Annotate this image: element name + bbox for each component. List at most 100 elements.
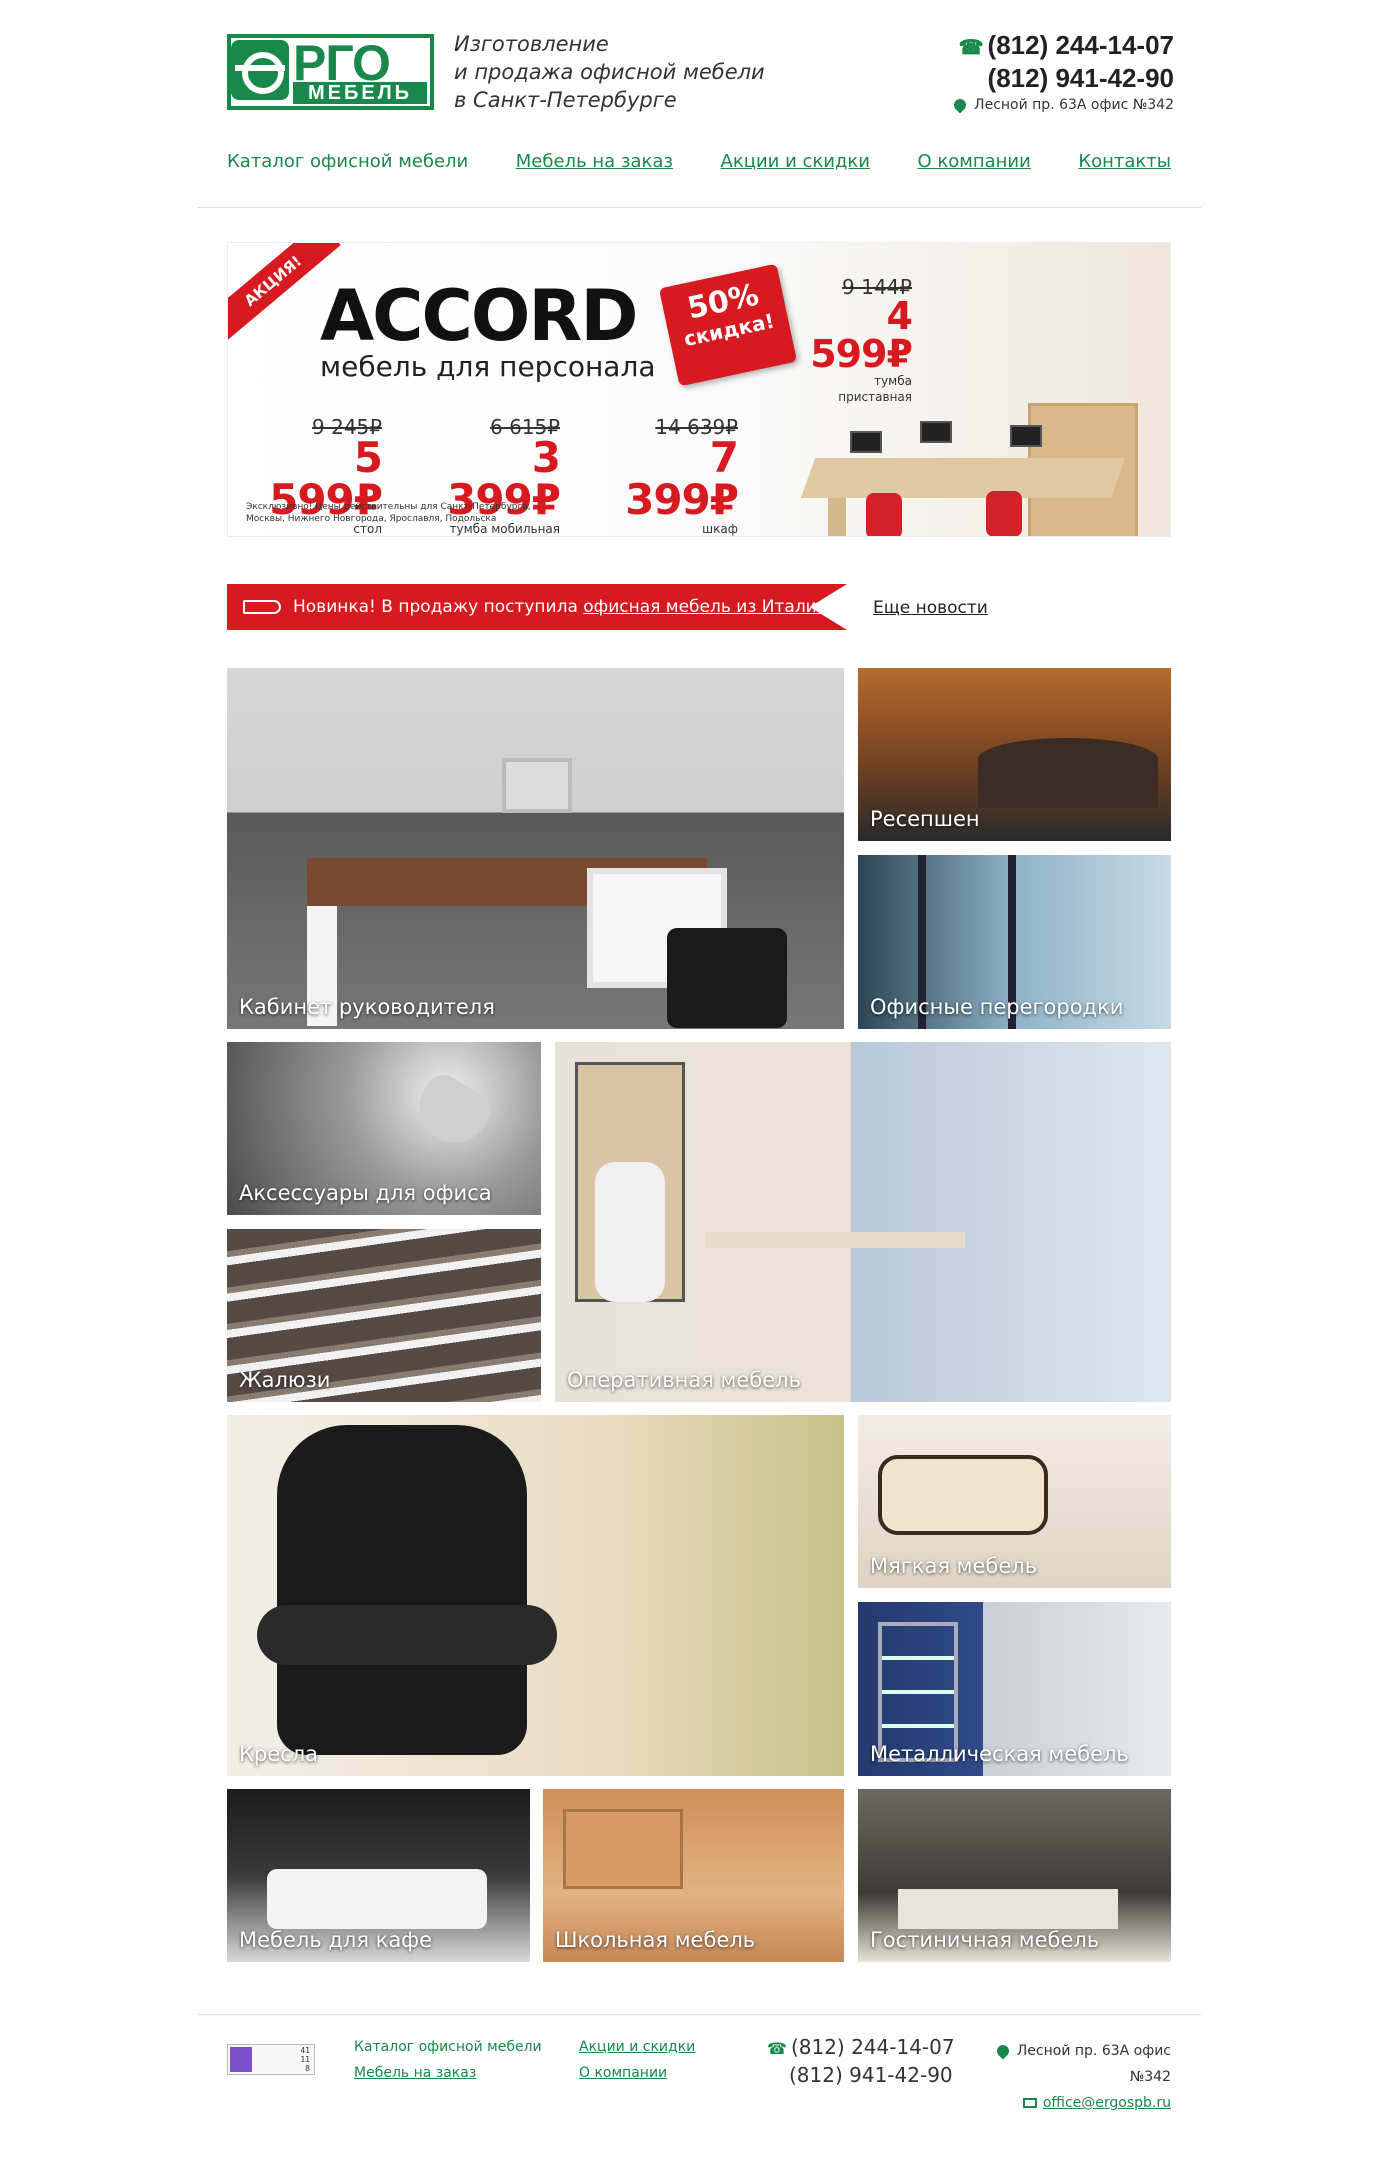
banner-subtitle: мебель для персонала: [320, 350, 656, 383]
tile-label: Кресла: [239, 1742, 318, 1766]
tile-soft-furniture[interactable]: Мягкая мебель: [858, 1415, 1171, 1588]
counter-logo-icon: [230, 2047, 252, 2072]
footer-link-custom[interactable]: Мебель на заказ: [354, 2060, 542, 2086]
counter-value: 41: [300, 2046, 310, 2055]
tagline-line: и продажа офисной мебели: [454, 60, 765, 84]
tile-label: Оперативная мебель: [567, 1368, 801, 1392]
counter-value: 11: [300, 2055, 310, 2064]
tile-label: Кабинет руководителя: [239, 995, 495, 1019]
price-wardrobe: 14 639₽ 7 399₽ шкаф: [588, 417, 739, 536]
header-contacts: ☎ (812) 244-14-07 (812) 941-42-90 Лесной …: [951, 30, 1174, 115]
armchair-shape: [277, 1425, 527, 1755]
nav-promotions[interactable]: Акции и скидки: [721, 150, 870, 174]
monitor-shape: [1010, 425, 1042, 447]
footer-contacts: Лесной пр. 63А офис №342 office@ergospb.…: [957, 2038, 1171, 2116]
tile-label: Мебель для кафе: [239, 1928, 433, 1952]
nav-catalog[interactable]: Каталог офисной мебели: [227, 150, 468, 174]
banner-title: ACCORD: [320, 275, 638, 357]
tagline-line: в Санкт-Петербурге: [454, 88, 677, 112]
tile-cafe-furniture[interactable]: Мебель для кафе: [227, 1789, 530, 1962]
monitor-shape: [502, 758, 572, 813]
footer-link-about[interactable]: О компании: [579, 2060, 695, 2086]
divider: [197, 207, 1201, 208]
news-text: Новинка! В продажу поступила: [293, 597, 578, 617]
address-text: Лесной пр. 63А офис №342: [974, 97, 1174, 113]
footer-link-promotions[interactable]: Акции и скидки: [579, 2034, 695, 2060]
monitor-shape: [920, 421, 952, 443]
tile-operative-furniture[interactable]: Оперативная мебель: [555, 1042, 1171, 1402]
phone-number: (812) 244-14-07: [790, 2035, 955, 2059]
footer-links-col1: Каталог офисной мебели Мебель на заказ: [354, 2034, 542, 2086]
header-phone-2[interactable]: (812) 941-42-90: [954, 63, 1174, 93]
page: РГО МЕБЕЛЬ Изготовление и продажа офисно…: [197, 0, 1201, 2181]
logo[interactable]: РГО МЕБЕЛЬ: [227, 34, 434, 110]
banner-note: Эксклюзивно! Цены действительны для Санк…: [246, 502, 531, 524]
footer-links-col2: Акции и скидки О компании: [579, 2034, 695, 2086]
footer-phone-2[interactable]: (812) 941-42-90: [767, 2062, 955, 2088]
chair-shape: [866, 493, 902, 536]
footer-address: Лесной пр. 63А офис №342: [957, 2038, 1171, 2090]
tile-executive-office[interactable]: Кабинет руководителя: [227, 668, 844, 1029]
chair-shape: [667, 928, 787, 1028]
lamp-shape: [406, 1068, 498, 1156]
nav-contacts[interactable]: Контакты: [1078, 150, 1171, 174]
desk-shape: [800, 458, 1126, 498]
armrest-shape: [257, 1605, 557, 1665]
sofa-shape: [267, 1869, 487, 1929]
phone-icon: ☎: [958, 37, 984, 59]
address-text: Лесной пр. 63А офис №342: [1016, 2043, 1171, 2085]
tile-label: Гостиничная мебель: [870, 1928, 1100, 1952]
divider: [197, 2014, 1201, 2015]
chair-shape: [986, 491, 1022, 536]
tile-label: Мягкая мебель: [870, 1554, 1038, 1578]
tile-blinds[interactable]: Жалюзи: [227, 1229, 541, 1402]
tile-label: Ресепшен: [870, 807, 980, 831]
nav-custom-furniture[interactable]: Мебель на заказ: [516, 150, 673, 174]
header-phone-1[interactable]: ☎ (812) 244-14-07: [954, 30, 1174, 63]
visit-counter[interactable]: 41 11 8: [227, 2044, 315, 2075]
monitor-shape: [850, 431, 882, 453]
header-address: Лесной пр. 63А офис №342: [951, 95, 1174, 115]
footer-phones: ☎ (812) 244-14-07 (812) 941-42-90: [767, 2034, 955, 2088]
new-price: 7 399₽: [625, 433, 739, 524]
footer-email: office@ergospb.ru: [957, 2090, 1171, 2116]
cabinet-shape: [563, 1809, 683, 1889]
footer-link-catalog[interactable]: Каталог офисной мебели: [354, 2034, 542, 2060]
logo-e-icon: [231, 40, 289, 100]
chair-shape: [595, 1162, 665, 1302]
map-pin-icon: [951, 96, 969, 114]
logo-subtext: МЕБЕЛЬ: [293, 82, 427, 104]
footer-phone-1[interactable]: ☎ (812) 244-14-07: [767, 2034, 955, 2062]
tile-school-furniture[interactable]: Школьная мебель: [543, 1789, 844, 1962]
tile-label: Аксессуары для офиса: [239, 1181, 492, 1205]
tile-reception[interactable]: Ресепшен: [858, 668, 1171, 841]
tile-label: Школьная мебель: [555, 1928, 756, 1952]
tile-label: Металлическая мебель: [870, 1742, 1129, 1766]
tagline-line: Изготовление: [454, 32, 609, 56]
mail-icon: [1022, 2098, 1037, 2108]
tile-accessories[interactable]: Аксессуары для офиса: [227, 1042, 541, 1215]
news-link[interactable]: офисная мебель из Италии: [583, 597, 828, 617]
sofa-shape: [878, 1455, 1048, 1535]
tile-hotel-furniture[interactable]: Гостиничная мебель: [858, 1789, 1171, 1962]
logo-text: РГО: [293, 35, 391, 91]
promo-banner[interactable]: АКЦИЯ! ACCORD мебель для персонала 50% с…: [227, 242, 1171, 537]
tile-label: Жалюзи: [239, 1368, 331, 1392]
price-caption: тумба приставная: [838, 374, 912, 404]
tile-chairs[interactable]: Кресла: [227, 1415, 844, 1776]
reception-desk-shape: [978, 738, 1158, 808]
email-link[interactable]: office@ergospb.ru: [1043, 2095, 1171, 2111]
map-pin-icon: [994, 2042, 1012, 2060]
more-news-link[interactable]: Еще новости: [873, 596, 988, 620]
tile-metal-furniture[interactable]: Металлическая мебель: [858, 1602, 1171, 1776]
main-nav: Каталог офисной мебели Мебель на заказ А…: [227, 150, 1171, 174]
trumpet-icon: [243, 600, 281, 614]
counter-value: 8: [305, 2064, 310, 2073]
phone-number: (812) 244-14-07: [987, 30, 1174, 60]
desk-leg-shape: [828, 498, 846, 536]
phone-icon: ☎: [767, 2039, 787, 2058]
tile-partitions[interactable]: Офисные перегородки: [858, 855, 1171, 1029]
nav-about[interactable]: О компании: [918, 150, 1031, 174]
price-side-cabinet: 9 144₽ 4 599₽ тумба приставная: [802, 277, 913, 405]
tagline: Изготовление и продажа офисной мебели в …: [454, 30, 765, 114]
